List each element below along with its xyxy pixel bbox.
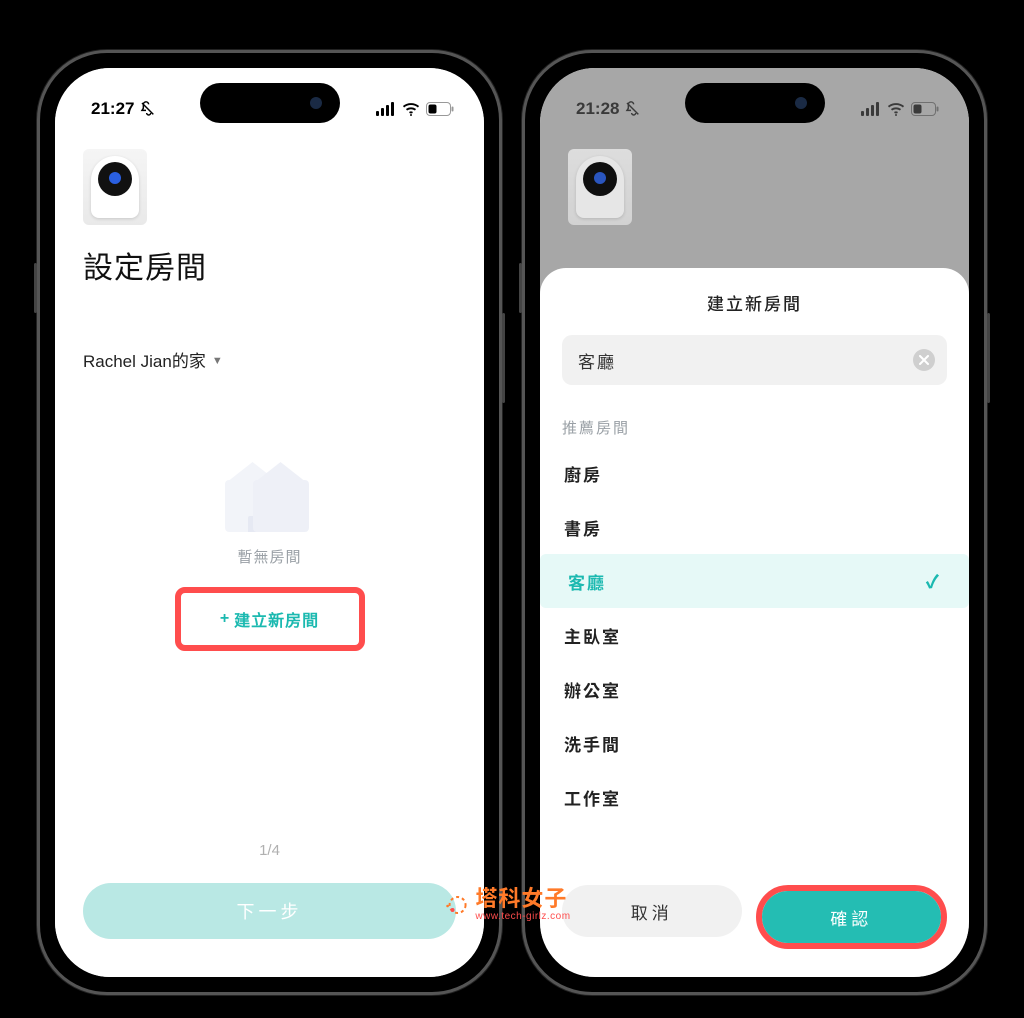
- wifi-icon: [402, 102, 420, 116]
- home-selector[interactable]: Rachel Jian的家 ▼: [83, 347, 456, 372]
- phone-right: 21:28: [522, 50, 987, 995]
- cellular-icon: [861, 102, 881, 116]
- pager-indicator: 1/4: [55, 842, 484, 859]
- clear-input-button[interactable]: [913, 349, 935, 371]
- room-option[interactable]: 客廳 ✓: [540, 554, 969, 608]
- create-room-sheet: 建立新房間 推薦房間 廚房✓書房✓客廳✓主臥室✓辦公室✓洗手間✓工作室✓ 取消 …: [540, 268, 969, 977]
- add-room-button[interactable]: + 建立新房間: [185, 603, 355, 635]
- dynamic-island: [200, 83, 340, 123]
- confirm-button[interactable]: 確認: [762, 891, 942, 943]
- highlight-annotation: + 建立新房間: [175, 587, 365, 651]
- room-option-label: 書房: [564, 515, 602, 540]
- room-option[interactable]: 洗手間✓: [562, 716, 947, 770]
- wifi-icon: [887, 102, 905, 116]
- phone-left: 21:27: [37, 50, 502, 995]
- status-time: 21:27: [91, 99, 134, 119]
- room-option[interactable]: 書房✓: [562, 500, 947, 554]
- room-option-label: 工作室: [564, 785, 621, 810]
- battery-icon: [426, 102, 454, 116]
- cellular-icon: [376, 102, 396, 116]
- empty-state: 暫無房間 + 建立新房間: [83, 462, 456, 651]
- room-option[interactable]: 主臥室✓: [562, 608, 947, 662]
- next-button[interactable]: 下一步: [83, 883, 456, 939]
- add-room-label: 建立新房間: [234, 607, 319, 631]
- mute-icon: [625, 101, 641, 117]
- room-option[interactable]: 廚房✓: [562, 446, 947, 500]
- room-option-label: 洗手間: [564, 731, 621, 756]
- recommended-section-label: 推薦房間: [562, 417, 947, 438]
- check-icon: ✓: [926, 568, 941, 594]
- page-title: 設定房間: [83, 243, 456, 287]
- room-option-label: 辦公室: [564, 677, 621, 702]
- sheet-title: 建立新房間: [562, 290, 947, 315]
- room-option[interactable]: 工作室✓: [562, 770, 947, 824]
- room-name-input-wrap[interactable]: [562, 335, 947, 385]
- chevron-down-icon: ▼: [212, 355, 223, 367]
- highlight-annotation: 確認: [756, 885, 948, 949]
- status-time: 21:28: [576, 99, 619, 119]
- dynamic-island: [685, 83, 825, 123]
- room-options-list: 廚房✓書房✓ 客廳 ✓ 主臥室✓辦公室✓洗手間✓工作室✓: [562, 446, 947, 824]
- room-option-label: 主臥室: [564, 623, 621, 648]
- house-icon: [225, 462, 315, 532]
- device-thumbnail: [568, 149, 632, 225]
- room-name-input[interactable]: [578, 350, 913, 370]
- mute-icon: [140, 101, 156, 117]
- empty-label: 暫無房間: [83, 546, 456, 567]
- room-option-label: 客廳: [568, 569, 606, 594]
- room-option[interactable]: 辦公室✓: [562, 662, 947, 716]
- cancel-button[interactable]: 取消: [562, 885, 742, 937]
- device-thumbnail: [83, 149, 147, 225]
- battery-icon: [911, 102, 939, 116]
- home-name: Rachel Jian的家: [83, 347, 206, 372]
- room-option-label: 廚房: [564, 461, 602, 486]
- plus-icon: +: [220, 610, 230, 628]
